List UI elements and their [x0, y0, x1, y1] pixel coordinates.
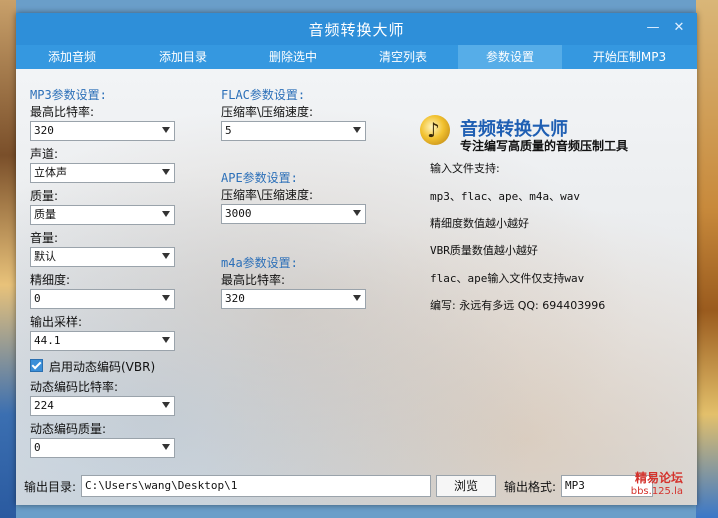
flac-level-value: 5	[225, 124, 232, 137]
ape-settings-title: APE参数设置:	[221, 171, 298, 185]
window-title: 音频转换大师	[308, 21, 405, 39]
quality-select[interactable]: 质量	[30, 205, 175, 225]
tab-add-audio[interactable]: 添加音频	[16, 45, 128, 69]
desktop-background-left	[0, 0, 16, 518]
volume-value: 默认	[34, 250, 56, 263]
vbr-quality-value: 0	[34, 441, 41, 454]
chevron-down-icon	[162, 127, 170, 133]
chevron-down-icon	[162, 169, 170, 175]
ape-level-value: 3000	[225, 207, 252, 220]
sample-rate-select[interactable]: 44.1	[30, 331, 175, 351]
output-format-label: 输出格式:	[504, 480, 557, 494]
tab-settings[interactable]: 参数设置	[458, 45, 562, 69]
watermark-url: bbs.125.la	[630, 486, 683, 497]
precision-value: 0	[34, 292, 41, 305]
mp3-max-bitrate-value: 320	[34, 124, 54, 137]
m4a-settings-title: m4a参数设置:	[221, 256, 298, 270]
chevron-down-icon	[353, 127, 361, 133]
precision-label: 精细度:	[30, 273, 71, 287]
m4a-bitrate-select[interactable]: 320	[221, 289, 366, 309]
chevron-down-icon	[162, 444, 170, 450]
watermark-title: 精易论坛	[634, 471, 683, 485]
vbr-quality-select[interactable]: 0	[30, 438, 175, 458]
info-line-vbr: VBR质量数值越小越好	[430, 244, 538, 257]
m4a-bitrate-value: 320	[225, 292, 245, 305]
tab-add-folder[interactable]: 添加目录	[128, 45, 238, 69]
title-bar: 音频转换大师 — ✕	[16, 13, 697, 45]
vbr-quality-label: 动态编码质量:	[30, 422, 107, 436]
info-line-precision: 精细度数值越小越好	[430, 217, 529, 230]
mp3-settings-title: MP3参数设置:	[30, 88, 107, 102]
close-icon[interactable]: ✕	[671, 20, 687, 36]
chevron-down-icon	[162, 337, 170, 343]
ape-level-select[interactable]: 3000	[221, 204, 366, 224]
vbr-checkbox[interactable]	[30, 359, 43, 372]
vbr-bitrate-value: 224	[34, 399, 54, 412]
output-dir-label: 输出目录:	[24, 480, 77, 494]
info-line-author: 编写: 永远有多远 QQ: 694403996	[430, 299, 606, 312]
channel-select[interactable]: 立体声	[30, 163, 175, 183]
mp3-max-bitrate-label: 最高比特率:	[30, 105, 95, 119]
output-dir-input[interactable]: C:\Users\wang\Desktop\1	[81, 475, 431, 497]
chevron-down-icon	[353, 210, 361, 216]
forum-watermark: 精易论坛 bbs.125.la	[631, 472, 683, 505]
sample-rate-label: 输出采样:	[30, 315, 83, 329]
quality-label: 质量:	[30, 189, 59, 203]
sample-rate-value: 44.1	[34, 334, 61, 347]
vbr-bitrate-label: 动态编码比特率:	[30, 380, 119, 394]
channel-label: 声道:	[30, 147, 59, 161]
desktop-background-right	[696, 0, 718, 518]
flac-level-select[interactable]: 5	[221, 121, 366, 141]
info-line-flac-ape: flac、ape输入文件仅支持wav	[430, 272, 585, 285]
volume-label: 音量:	[30, 231, 59, 245]
tab-delete-selected[interactable]: 删除选中	[238, 45, 348, 69]
chevron-down-icon	[162, 295, 170, 301]
vbr-label: 启用动态编码(VBR)	[49, 360, 156, 374]
minimize-icon[interactable]: —	[645, 20, 661, 36]
precision-select[interactable]: 0	[30, 289, 175, 309]
chevron-down-icon	[162, 402, 170, 408]
tab-bar: 添加音频 添加目录 删除选中 清空列表 参数设置 开始压制MP3	[16, 45, 697, 69]
chevron-down-icon	[353, 295, 361, 301]
info-tagline: 专注编写高质量的音频压制工具	[460, 139, 629, 153]
info-line-input-support: 输入文件支持:	[430, 162, 500, 175]
volume-select[interactable]: 默认	[30, 247, 175, 267]
tab-clear-list[interactable]: 清空列表	[348, 45, 458, 69]
tab-start-mp3[interactable]: 开始压制MP3	[562, 45, 697, 69]
app-window: 音频转换大师 — ✕ 添加音频 添加目录 删除选中 清空列表 参数设置 开始压制…	[16, 13, 697, 505]
quality-value: 质量	[34, 208, 56, 221]
info-line-formats: mp3、flac、ape、m4a、wav	[430, 190, 580, 203]
app-logo-icon: ♪	[420, 115, 450, 145]
flac-settings-title: FLAC参数设置:	[221, 88, 306, 102]
ape-level-label: 压缩率\压缩速度:	[221, 188, 314, 202]
flac-level-label: 压缩率\压缩速度:	[221, 105, 314, 119]
mp3-max-bitrate-select[interactable]: 320	[30, 121, 175, 141]
chevron-down-icon	[162, 211, 170, 217]
browse-button[interactable]: 浏览	[436, 475, 496, 497]
channel-value: 立体声	[34, 166, 67, 179]
chevron-down-icon	[162, 253, 170, 259]
vbr-bitrate-select[interactable]: 224	[30, 396, 175, 416]
m4a-bitrate-label: 最高比特率:	[221, 273, 286, 287]
